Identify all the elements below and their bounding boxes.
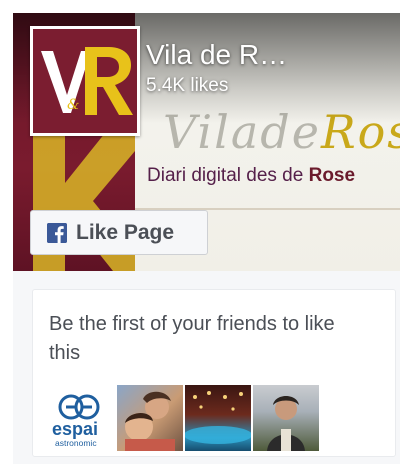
espai-logo-text: espai — [52, 419, 98, 439]
friends-avatar-list: espai astronomic — [49, 385, 319, 451]
svg-text:&: & — [67, 97, 79, 113]
facebook-f-icon — [47, 222, 67, 243]
vr-logo-icon: & — [33, 29, 137, 133]
facebook-page-plugin: ViladeRos Diari digital des de Rose & Vi… — [13, 13, 400, 464]
espai-logo-subtext: astronomic — [55, 438, 97, 448]
cover-tagline: Diari digital des de Rose — [147, 165, 356, 186]
page-like-count: 5.4K likes — [146, 75, 229, 96]
cover-photo[interactable]: ViladeRos Diari digital des de Rose & Vi… — [13, 13, 400, 271]
friends-message: Be the first of your friends to like thi… — [49, 313, 335, 364]
espai-astronomic-avatar[interactable]: espai astronomic — [49, 385, 115, 451]
friends-card: Be the first of your friends to like thi… — [32, 289, 396, 457]
like-page-button[interactable]: Like Page — [30, 210, 208, 255]
like-page-label: Like Page — [76, 220, 175, 244]
friend-avatar-3[interactable] — [185, 385, 251, 451]
friend-avatar-4[interactable] — [253, 385, 319, 451]
page-logo-avatar[interactable]: & — [30, 26, 140, 136]
page-title[interactable]: Vila de R… — [146, 39, 287, 71]
friend-avatar-2[interactable] — [117, 385, 183, 451]
